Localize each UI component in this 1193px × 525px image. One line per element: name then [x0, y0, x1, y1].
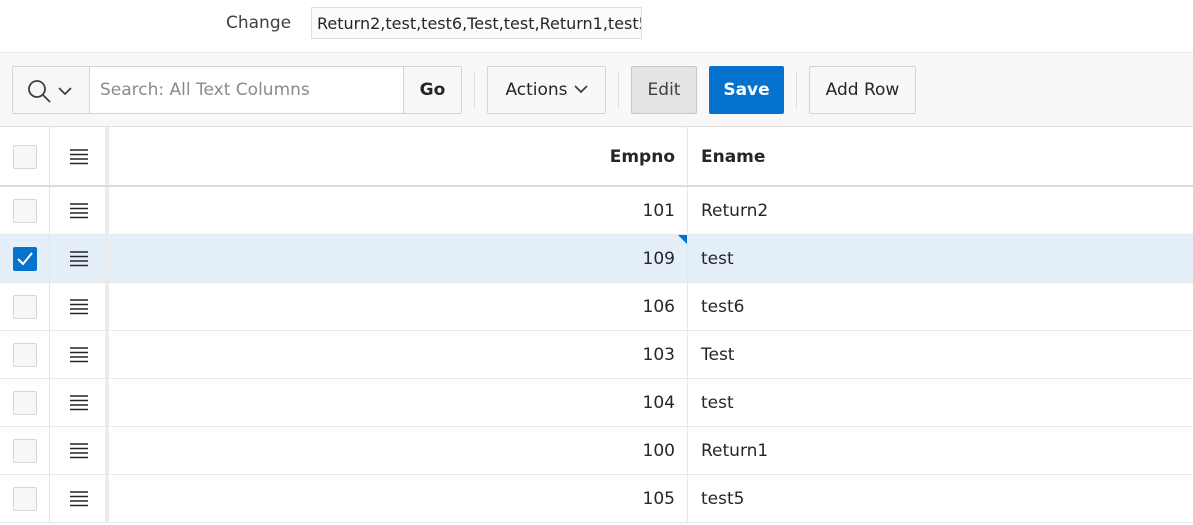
toolbar-separator — [474, 71, 475, 109]
row-select-checkbox[interactable] — [13, 391, 37, 415]
toolbar-separator — [796, 71, 797, 109]
change-label: Change — [226, 13, 292, 33]
grid-toolbar: Go Actions Edit Save Add Row — [0, 52, 1193, 127]
table-row[interactable]: 100 Return1 — [0, 427, 1193, 475]
row-select-cell — [0, 283, 50, 330]
add-row-button[interactable]: Add Row — [809, 66, 916, 114]
row-actions-icon[interactable] — [70, 299, 88, 315]
row-select-cell — [0, 427, 50, 474]
row-actions-cell — [50, 379, 109, 426]
interactive-grid: Empno Ename 101 Return2 109 test 106 test6 103… — [0, 127, 1193, 523]
row-actions-icon[interactable] — [70, 251, 88, 267]
table-row[interactable]: 105 test5 — [0, 475, 1193, 523]
table-row[interactable]: 104 test — [0, 379, 1193, 427]
row-actions-cell — [50, 187, 109, 234]
table-row[interactable]: 103 Test — [0, 331, 1193, 379]
row-select-checkbox[interactable] — [13, 439, 37, 463]
search-input[interactable] — [91, 67, 404, 113]
empno-cell[interactable]: 105 — [113, 475, 688, 522]
ename-cell[interactable]: test6 — [688, 283, 1193, 330]
search-icon — [28, 80, 51, 103]
row-select-checkbox[interactable] — [13, 199, 37, 223]
chevron-down-icon — [58, 87, 72, 96]
row-select-cell — [0, 475, 50, 522]
row-actions-icon[interactable] — [70, 203, 88, 219]
change-field[interactable]: Return2,test,test6,Test,test,Return1,tes… — [311, 7, 642, 39]
search-column-menu-button[interactable] — [13, 67, 90, 113]
row-select-checkbox[interactable] — [13, 247, 37, 271]
header-actions-cell — [50, 127, 109, 185]
ename-cell[interactable]: Return1 — [688, 427, 1193, 474]
row-actions-cell — [50, 283, 109, 330]
row-actions-icon[interactable] — [70, 395, 88, 411]
row-select-cell — [0, 379, 50, 426]
changed-cell-marker — [678, 235, 687, 244]
table-row[interactable]: 106 test6 — [0, 283, 1193, 331]
header-select-cell — [0, 127, 50, 185]
row-actions-cell — [50, 235, 109, 282]
toolbar-separator — [618, 71, 619, 109]
menu-lines-icon[interactable] — [70, 149, 88, 165]
search-group: Go — [12, 66, 462, 114]
actions-label: Actions — [505, 80, 568, 100]
row-actions-cell — [50, 331, 109, 378]
empno-cell[interactable]: 109 — [113, 235, 688, 282]
row-select-cell — [0, 235, 50, 282]
ename-cell[interactable]: test5 — [688, 475, 1193, 522]
row-select-checkbox[interactable] — [13, 295, 37, 319]
grid-header: Empno Ename — [0, 127, 1193, 187]
chevron-down-icon — [573, 84, 588, 93]
row-select-cell — [0, 331, 50, 378]
empno-cell[interactable]: 100 — [113, 427, 688, 474]
grid-body: 101 Return2 109 test 106 test6 103 Test 104 test 1… — [0, 187, 1193, 523]
empno-cell[interactable]: 103 — [113, 331, 688, 378]
row-actions-icon[interactable] — [70, 443, 88, 459]
check-icon — [17, 252, 33, 266]
empno-cell[interactable]: 106 — [113, 283, 688, 330]
table-row[interactable]: 101 Return2 — [0, 187, 1193, 235]
column-header-empno[interactable]: Empno — [113, 127, 688, 185]
empno-cell[interactable]: 104 — [113, 379, 688, 426]
row-select-checkbox[interactable] — [13, 487, 37, 511]
ename-cell[interactable]: test — [688, 379, 1193, 426]
ename-cell[interactable]: Test — [688, 331, 1193, 378]
select-all-checkbox[interactable] — [13, 145, 37, 169]
table-row[interactable]: 109 test — [0, 235, 1193, 283]
go-button[interactable]: Go — [403, 67, 461, 113]
row-actions-icon[interactable] — [70, 347, 88, 363]
column-header-ename[interactable]: Ename — [688, 127, 1193, 185]
empno-cell[interactable]: 101 — [113, 187, 688, 234]
actions-menu-button[interactable]: Actions — [487, 66, 606, 114]
row-actions-cell — [50, 475, 109, 522]
row-select-checkbox[interactable] — [13, 343, 37, 367]
row-actions-icon[interactable] — [70, 491, 88, 507]
row-actions-cell — [50, 427, 109, 474]
edit-button[interactable]: Edit — [631, 66, 697, 114]
row-select-cell — [0, 187, 50, 234]
ename-cell[interactable]: Return2 — [688, 187, 1193, 234]
ename-cell[interactable]: test — [688, 235, 1193, 282]
change-field-row: Change Return2,test,test6,Test,test,Retu… — [0, 0, 1193, 52]
save-button[interactable]: Save — [709, 66, 784, 114]
